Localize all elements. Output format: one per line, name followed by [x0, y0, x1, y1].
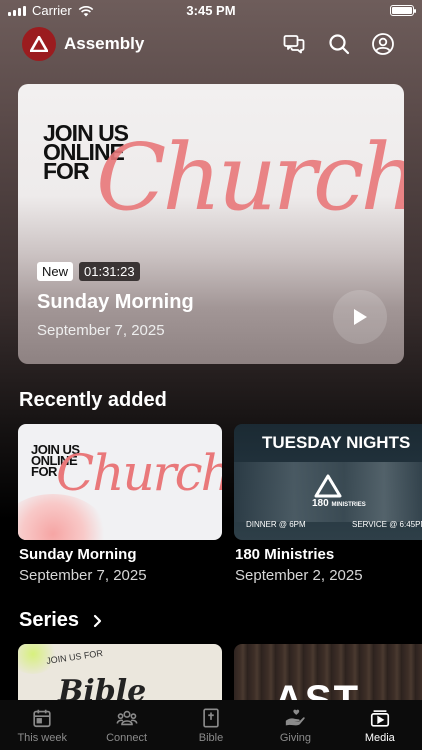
tab-connect[interactable]: Connect — [84, 700, 168, 750]
calendar-icon — [33, 709, 51, 728]
series-card[interactable]: AST — [234, 644, 422, 704]
app-title: Assembly — [64, 34, 145, 53]
assembly-logo[interactable] — [22, 27, 56, 61]
series-card[interactable]: JOIN US FOR Bible Study — [18, 644, 222, 704]
duration-badge: 01:31:23 — [79, 262, 140, 281]
featured-hero-card[interactable]: JOIN US ONLINE FOR Church New 01:31:23 Sun… — [18, 84, 404, 364]
people-icon — [116, 710, 138, 726]
tab-bible[interactable]: Bible — [169, 700, 253, 750]
play-button[interactable] — [333, 290, 387, 344]
recent-item-card[interactable]: TUESDAY NIGHTS 180 MINISTRIES DINNER @ 6… — [234, 424, 422, 540]
recent-item-title: Sunday Morning — [19, 546, 137, 563]
bible-icon — [203, 708, 219, 728]
triangle-logo-icon — [30, 36, 48, 52]
chat-icon[interactable] — [282, 32, 306, 56]
status-bar: Carrier 3:45 PM — [0, 0, 422, 22]
play-icon — [354, 309, 367, 325]
triangle-logo-icon — [314, 474, 342, 498]
battery-icon — [390, 5, 416, 16]
tab-label: Connect — [106, 732, 148, 744]
card-artwork-dinner: DINNER @ 6PM — [246, 520, 306, 529]
series-heading: Series — [19, 609, 80, 631]
tab-label: This week — [17, 732, 67, 744]
chevron-right-icon — [93, 614, 102, 627]
profile-icon[interactable] — [371, 32, 395, 56]
recent-item-card[interactable]: JOIN US ONLINE FOR Church — [18, 424, 222, 540]
series-header[interactable]: Series — [19, 609, 103, 632]
hero-artwork-script: Church — [96, 124, 404, 231]
media-play-icon — [370, 710, 389, 727]
recent-item-date: September 7, 2025 — [19, 567, 147, 584]
search-icon[interactable] — [327, 32, 351, 56]
recent-item-date: September 2, 2025 — [235, 567, 363, 584]
new-badge: New — [37, 262, 74, 281]
tab-label: Giving — [279, 732, 312, 744]
card-artwork-logo: 180 MINISTRIES — [312, 498, 366, 509]
app-header: Assembly — [0, 26, 422, 62]
card-artwork-title: TUESDAY NIGHTS — [262, 433, 411, 452]
status-time: 3:45 PM — [186, 3, 236, 18]
tab-this-week[interactable]: This week — [0, 700, 84, 750]
hero-date: September 7, 2025 — [37, 322, 165, 339]
tab-media[interactable]: Media — [338, 700, 422, 750]
recent-item-title: 180 Ministries — [235, 546, 335, 563]
card-artwork-script: Church — [56, 444, 222, 502]
tab-label: Bible — [198, 732, 224, 744]
giving-hand-icon — [286, 709, 306, 726]
recently-added-heading: Recently added — [19, 389, 167, 411]
tab-giving[interactable]: Giving — [253, 700, 337, 750]
card-artwork-service: SERVICE @ 6:45PM — [352, 520, 422, 529]
tab-label: Media — [364, 732, 395, 744]
hero-title: Sunday Morning — [37, 291, 194, 313]
tab-bar: This week Connect Bible Giving Media — [0, 700, 422, 750]
